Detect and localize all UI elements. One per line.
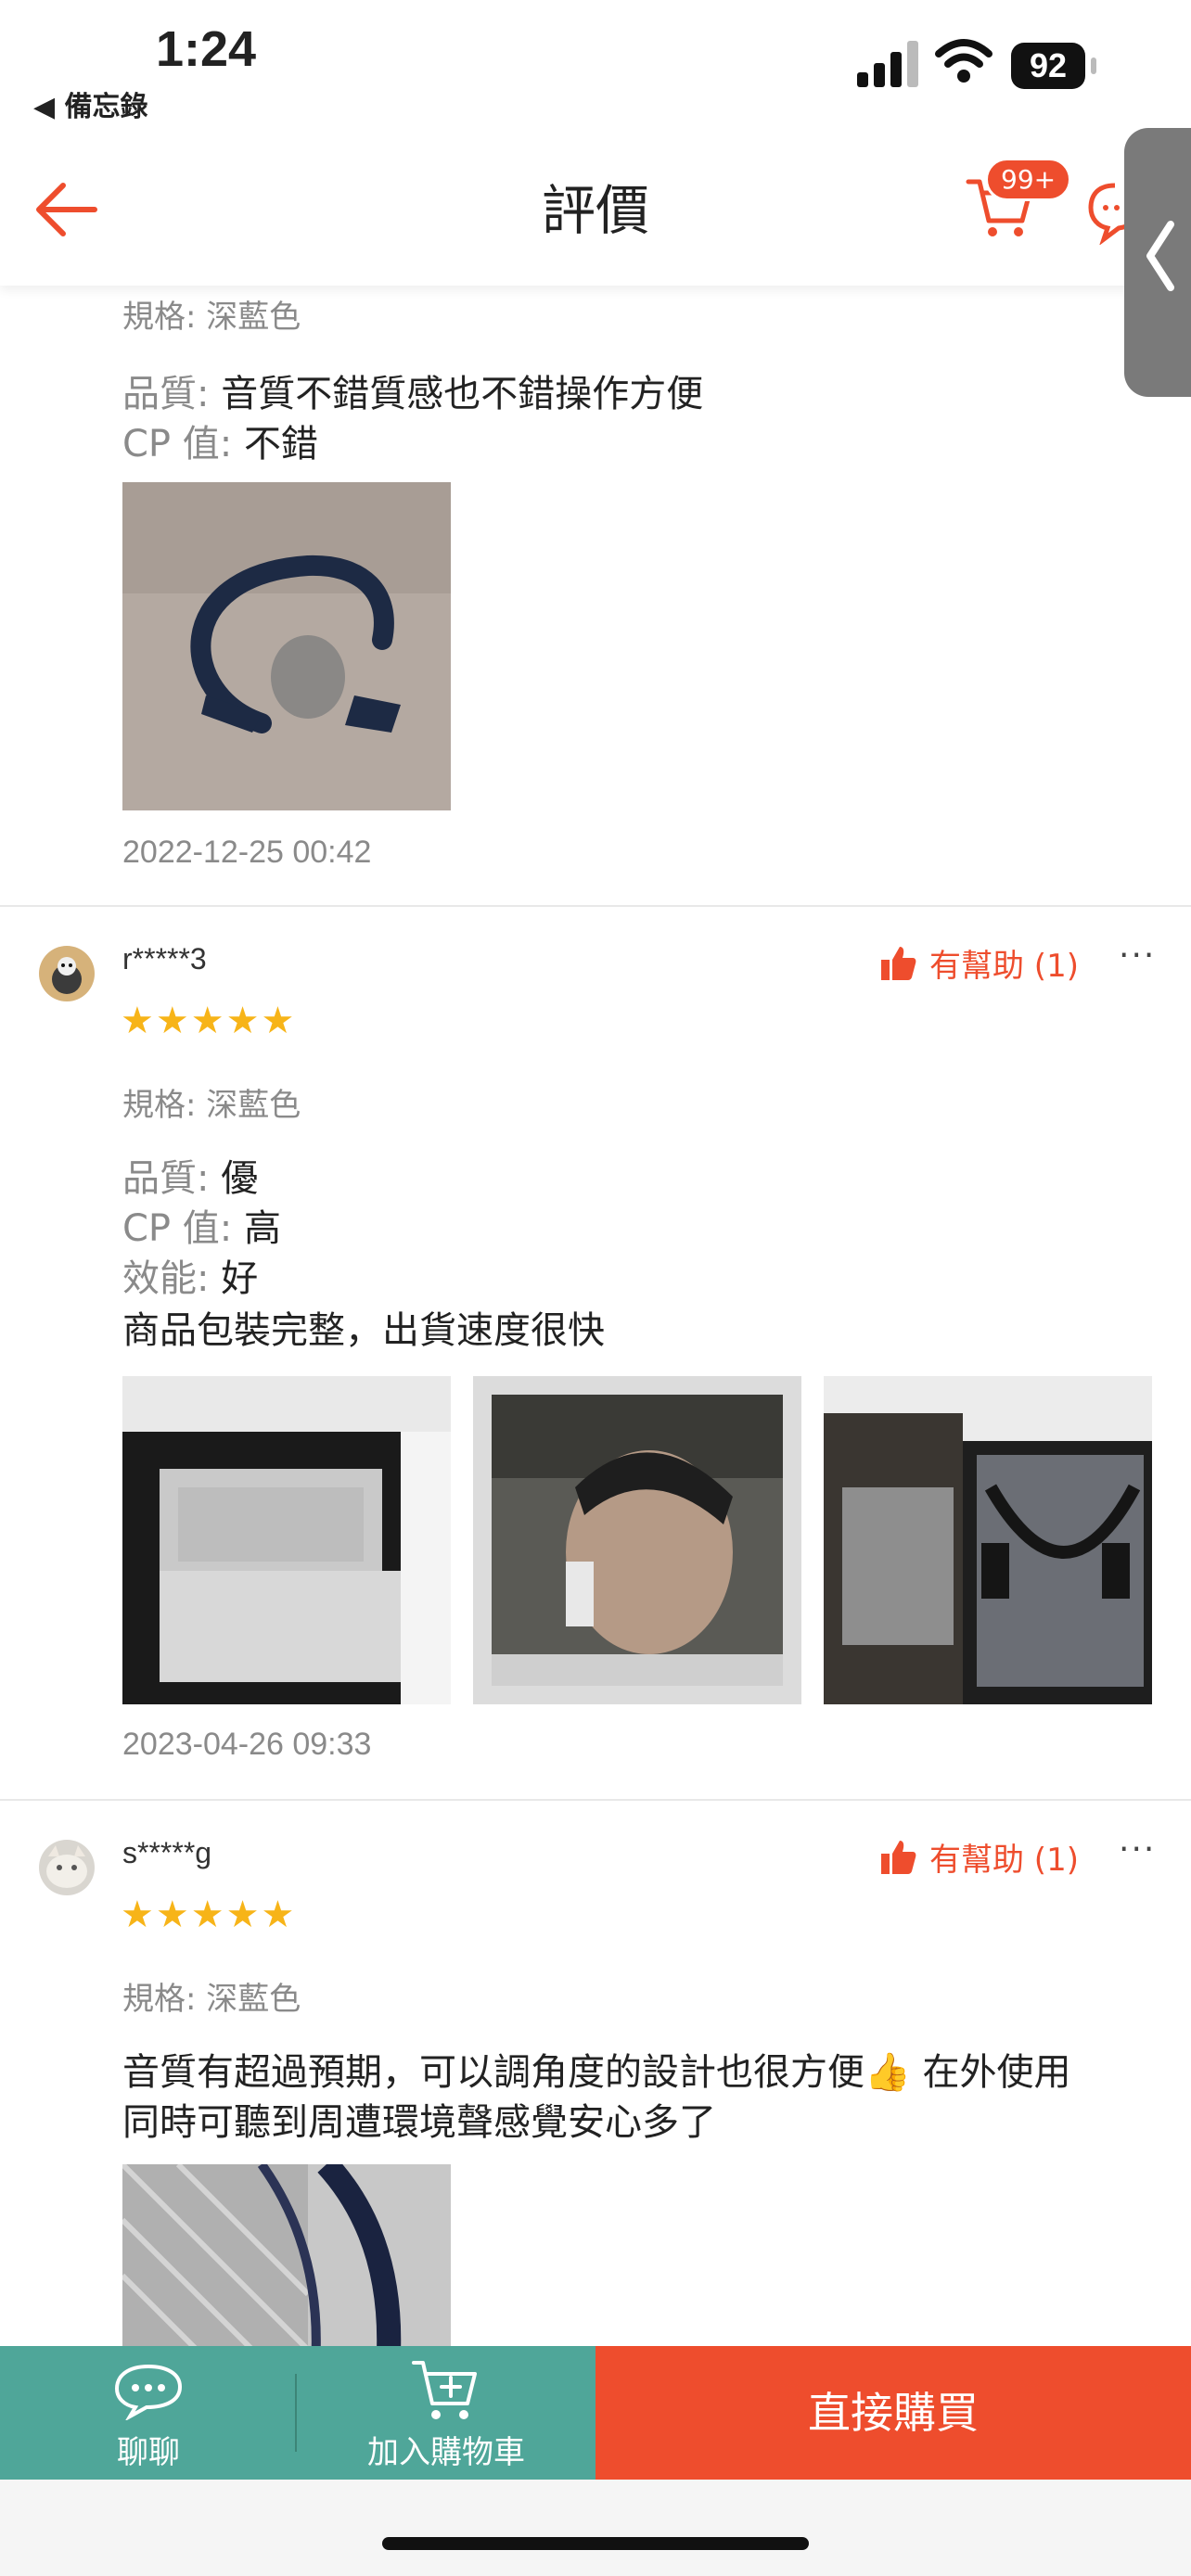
review-spec: 規格: 深藍色 [122, 1087, 301, 1124]
battery-indicator: 92 [1011, 43, 1085, 89]
review-list[interactable]: 規格: 深藍色 品質: 音質不錯質感也不錯操作方便 CP 值: 不錯 2022-… [0, 286, 1191, 2346]
home-indicator[interactable] [382, 2537, 809, 2550]
review-photo[interactable] [122, 2164, 451, 2346]
more-options-button[interactable]: ··· [1119, 937, 1156, 975]
review-divider [0, 1799, 1191, 1801]
buy-now-button[interactable]: 直接購買 [596, 2346, 1191, 2480]
helpful-button[interactable]: 有幫助 (1) [879, 1834, 1079, 1880]
helpful-button[interactable]: 有幫助 (1) [879, 940, 1079, 986]
more-options-button[interactable]: ··· [1119, 1830, 1156, 1868]
cart-count-badge: 99+ [985, 158, 1072, 201]
chat-label: 聊聊 [117, 2434, 180, 2471]
review-quality: 品質: 音質不錯質感也不錯操作方便 [122, 373, 704, 415]
helpful-label: 有幫助 (1) [929, 948, 1079, 985]
helpful-label: 有幫助 (1) [929, 1842, 1079, 1879]
review-username: r*****3 [122, 942, 207, 976]
chat-icon [114, 2364, 183, 2420]
review-divider [0, 905, 1191, 907]
status-time: 1:24 [156, 21, 257, 77]
add-to-cart-button[interactable]: 加入購物車 [297, 2346, 596, 2480]
review-photo[interactable] [122, 482, 451, 810]
review-comment: 同時可聽到周遭環境聲感覺安心多了 [122, 2101, 716, 2144]
battery-tip [1091, 57, 1096, 74]
side-tab-chevron-icon [1146, 221, 1174, 291]
avatar[interactable] [39, 946, 95, 1001]
review-cp-value: CP 值: 高 [122, 1207, 281, 1250]
review-comment: 商品包裝完整，出貨速度很快 [122, 1309, 605, 1352]
review-spec: 規格: 深藍色 [122, 1981, 301, 2018]
cellular-signal-icon [857, 41, 920, 87]
review-username: s*****g [122, 1836, 212, 1869]
status-bar: 1:24 ◀ 備忘錄 92 [0, 0, 1191, 139]
review-comment: 音質有超過預期，可以調角度的設計也很方便👍 在外使用 [122, 2051, 1071, 2094]
home-indicator-area [0, 2480, 1191, 2576]
star-rating: ★★★★★ [121, 1000, 297, 1042]
thumbs-up-icon [881, 946, 916, 980]
add-to-cart-label: 加入購物車 [367, 2434, 525, 2471]
chat-button[interactable]: 聊聊 [0, 2346, 297, 2480]
thumbs-up-icon [881, 1840, 916, 1874]
review-quality: 品質: 優 [122, 1157, 259, 1200]
star-rating: ★★★★★ [121, 1894, 297, 1936]
review-cp-value: CP 值: 不錯 [122, 423, 318, 465]
wifi-icon [935, 39, 992, 83]
bottom-action-bar: 聊聊 加入購物車 直接購買 [0, 2346, 1191, 2480]
review-photo[interactable] [122, 1376, 451, 1704]
add-to-cart-icon [412, 2361, 477, 2419]
review-photo[interactable] [824, 1376, 1152, 1704]
review-date: 2022-12-25 00:42 [122, 835, 372, 870]
avatar[interactable] [39, 1840, 95, 1895]
page-header: 評價 99+ [0, 139, 1191, 286]
back-to-notes-link[interactable]: ◀ 備忘錄 [33, 83, 148, 124]
review-date: 2023-04-26 09:33 [122, 1727, 372, 1762]
side-tab-handle[interactable] [1124, 128, 1191, 397]
review-photo[interactable] [473, 1376, 801, 1704]
review-spec: 規格: 深藍色 [122, 299, 301, 336]
review-performance: 效能: 好 [122, 1257, 259, 1300]
